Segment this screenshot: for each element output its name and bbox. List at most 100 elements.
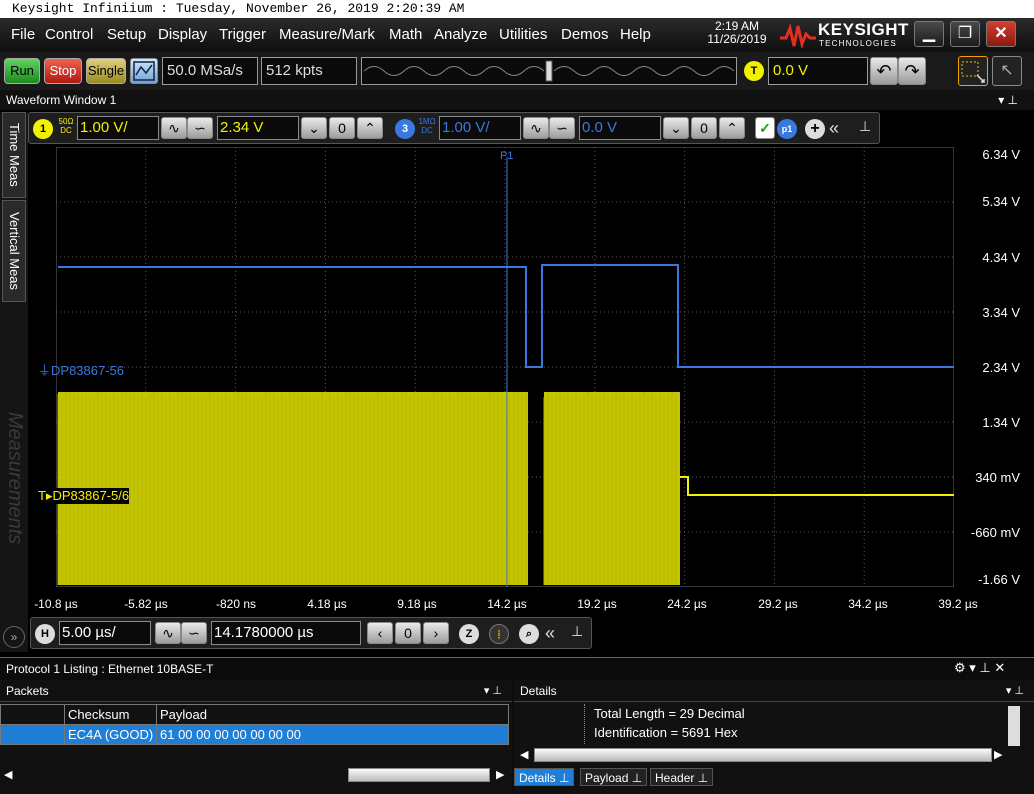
- expand-panel-button[interactable]: »: [3, 626, 25, 648]
- tab-details[interactable]: Details ⊥: [514, 768, 575, 786]
- show-channel-checkbox[interactable]: ✓: [755, 117, 775, 139]
- menu-file[interactable]: File: [11, 26, 35, 43]
- timebase-position-zero-button[interactable]: 0: [395, 622, 421, 644]
- add-waveform-button[interactable]: +: [805, 119, 825, 139]
- column-header-index[interactable]: [0, 704, 65, 725]
- channel1-scale-down-button[interactable]: ∿: [161, 117, 187, 139]
- table-row[interactable]: EC4A (GOOD) 61 00 00 00 00 00 00 00: [0, 724, 509, 745]
- autoscale-button[interactable]: [130, 58, 158, 84]
- details-vscrollbar[interactable]: [1008, 706, 1020, 746]
- tab-header[interactable]: Header ⊥: [650, 768, 714, 786]
- zoom-button[interactable]: Z: [459, 624, 479, 644]
- scroll-right-icon[interactable]: ▶: [496, 768, 504, 781]
- channel1-scale-up-button[interactable]: ∽: [187, 117, 213, 139]
- packets-menu-icon[interactable]: ▾ ⊥: [484, 680, 502, 702]
- tab-time-meas[interactable]: Time Meas: [2, 112, 26, 198]
- restore-button[interactable]: ❐: [950, 21, 980, 47]
- clock: 2:19 AM 11/26/2019: [700, 20, 774, 46]
- packets-scrollbar-thumb[interactable]: [348, 768, 490, 782]
- menu-demos[interactable]: Demos: [561, 26, 609, 43]
- pin-icon[interactable]: ⊥: [571, 623, 583, 640]
- channel3-scale-up-button[interactable]: ∽: [549, 117, 575, 139]
- chevron-left-icon: ‹: [377, 625, 383, 641]
- timebase-position-right-button[interactable]: ›: [423, 622, 449, 644]
- channel3-scale-down-button[interactable]: ∿: [523, 117, 549, 139]
- column-header-checksum[interactable]: Checksum: [64, 704, 157, 725]
- scroll-right-icon[interactable]: ▶: [994, 748, 1002, 761]
- menu-math[interactable]: Math: [389, 26, 422, 43]
- y-label: 6.34 V: [982, 147, 1020, 162]
- menu-display[interactable]: Display: [158, 26, 207, 43]
- menu-setup[interactable]: Setup: [107, 26, 146, 43]
- scroll-left-icon[interactable]: ◀: [520, 748, 528, 761]
- run-button[interactable]: Run: [4, 58, 40, 84]
- trigger-level-field[interactable]: 0.0 V: [768, 57, 868, 85]
- detail-line: Total Length = 29 Decimal: [594, 706, 745, 721]
- close-button[interactable]: ✕: [986, 21, 1016, 47]
- window-menu-icon[interactable]: ▾ ⊥: [998, 90, 1018, 110]
- horizontal-badge[interactable]: H: [35, 624, 55, 644]
- collapse-bar-icon[interactable]: «: [829, 118, 839, 139]
- magnify-button[interactable]: ⌕: [519, 624, 539, 644]
- menu-help[interactable]: Help: [620, 26, 651, 43]
- channel1-scale-field[interactable]: 1.00 V/: [77, 116, 159, 140]
- acquisition-overview[interactable]: [361, 57, 737, 85]
- memory-depth-field[interactable]: 512 kpts: [261, 57, 357, 85]
- channel3-badge[interactable]: 3: [395, 119, 415, 139]
- packets-table: Checksum Payload EC4A (GOOD) 61 00 00 00…: [0, 704, 509, 745]
- protocol-settings-icon[interactable]: ⚙ ▾ ⊥ ✕: [954, 660, 1005, 676]
- pointer-button[interactable]: ↖: [992, 56, 1022, 86]
- minimize-button[interactable]: ▁: [914, 21, 944, 47]
- menu-trigger[interactable]: Trigger: [219, 26, 266, 43]
- menu-control[interactable]: Control: [45, 26, 93, 43]
- menu-utilities[interactable]: Utilities: [499, 26, 547, 43]
- channel1-badge[interactable]: 1: [33, 119, 53, 139]
- zoom-z-icon: Z: [465, 628, 473, 640]
- tab-vertical-meas[interactable]: Vertical Meas: [2, 200, 26, 302]
- chevron-up-icon: ⌃: [726, 120, 738, 136]
- tab-payload[interactable]: Payload ⊥: [580, 768, 648, 786]
- sample-rate-field[interactable]: 50.0 MSa/s: [162, 57, 258, 85]
- tree-guide: [584, 704, 585, 744]
- wave-small-icon: ∿: [530, 120, 542, 136]
- wave-compress-icon: ∿: [162, 625, 174, 641]
- protocol1-badge[interactable]: p1: [777, 119, 797, 139]
- details-scrollbar-thumb[interactable]: [534, 748, 992, 762]
- collapse-timebar-icon[interactable]: «: [545, 623, 555, 644]
- trigger-badge[interactable]: T: [744, 61, 764, 81]
- trigger-marker-icon: T▸: [38, 488, 53, 503]
- marker-p1-label: P1: [500, 150, 513, 162]
- channel1-offset-down-button[interactable]: ⌄: [301, 117, 327, 139]
- timebase-position-field[interactable]: 14.1780000 µs: [211, 621, 361, 645]
- bars-button[interactable]: ⦙: [489, 624, 509, 644]
- timebase-scale-down-button[interactable]: ∿: [155, 622, 181, 644]
- scroll-left-icon[interactable]: ◀: [4, 768, 12, 781]
- redo-button[interactable]: ↷: [898, 57, 926, 85]
- channel3-offset-down-button[interactable]: ⌄: [663, 117, 689, 139]
- details-title: Details: [520, 684, 557, 698]
- x-label: 39.2 µs: [938, 597, 978, 611]
- column-header-payload[interactable]: Payload: [156, 704, 509, 725]
- channel3-offset-up-button[interactable]: ⌃: [719, 117, 745, 139]
- channel1-offset-zero-button[interactable]: 0: [329, 117, 355, 139]
- undo-button[interactable]: ↶: [870, 57, 898, 85]
- channel3-offset-field[interactable]: 0.0 V: [579, 116, 661, 140]
- menu-analyze[interactable]: Analyze: [434, 26, 487, 43]
- stop-button[interactable]: Stop: [44, 58, 82, 84]
- menu-measure-mark[interactable]: Measure/Mark: [279, 26, 375, 43]
- channel1-dc: DC: [60, 126, 72, 135]
- timebase-scale-up-button[interactable]: ∽: [181, 622, 207, 644]
- channel1-offset-field[interactable]: 2.34 V: [217, 116, 299, 140]
- blue-trace-name: DP83867-56: [51, 363, 125, 378]
- channel3-coupling: 1MΩ DC: [418, 117, 436, 135]
- pin-icon[interactable]: ⊥: [859, 118, 871, 135]
- channel3-scale-field[interactable]: 1.00 V/: [439, 116, 521, 140]
- timebase-scale-field[interactable]: 5.00 µs/: [59, 621, 151, 645]
- zoom-select-button[interactable]: [958, 56, 988, 86]
- waveform-display[interactable]: P1: [56, 147, 954, 587]
- channel3-offset-zero-button[interactable]: 0: [691, 117, 717, 139]
- single-button[interactable]: Single: [86, 58, 126, 84]
- details-menu-icon[interactable]: ▾ ⊥: [1006, 680, 1024, 702]
- channel1-offset-up-button[interactable]: ⌃: [357, 117, 383, 139]
- timebase-position-left-button[interactable]: ‹: [367, 622, 393, 644]
